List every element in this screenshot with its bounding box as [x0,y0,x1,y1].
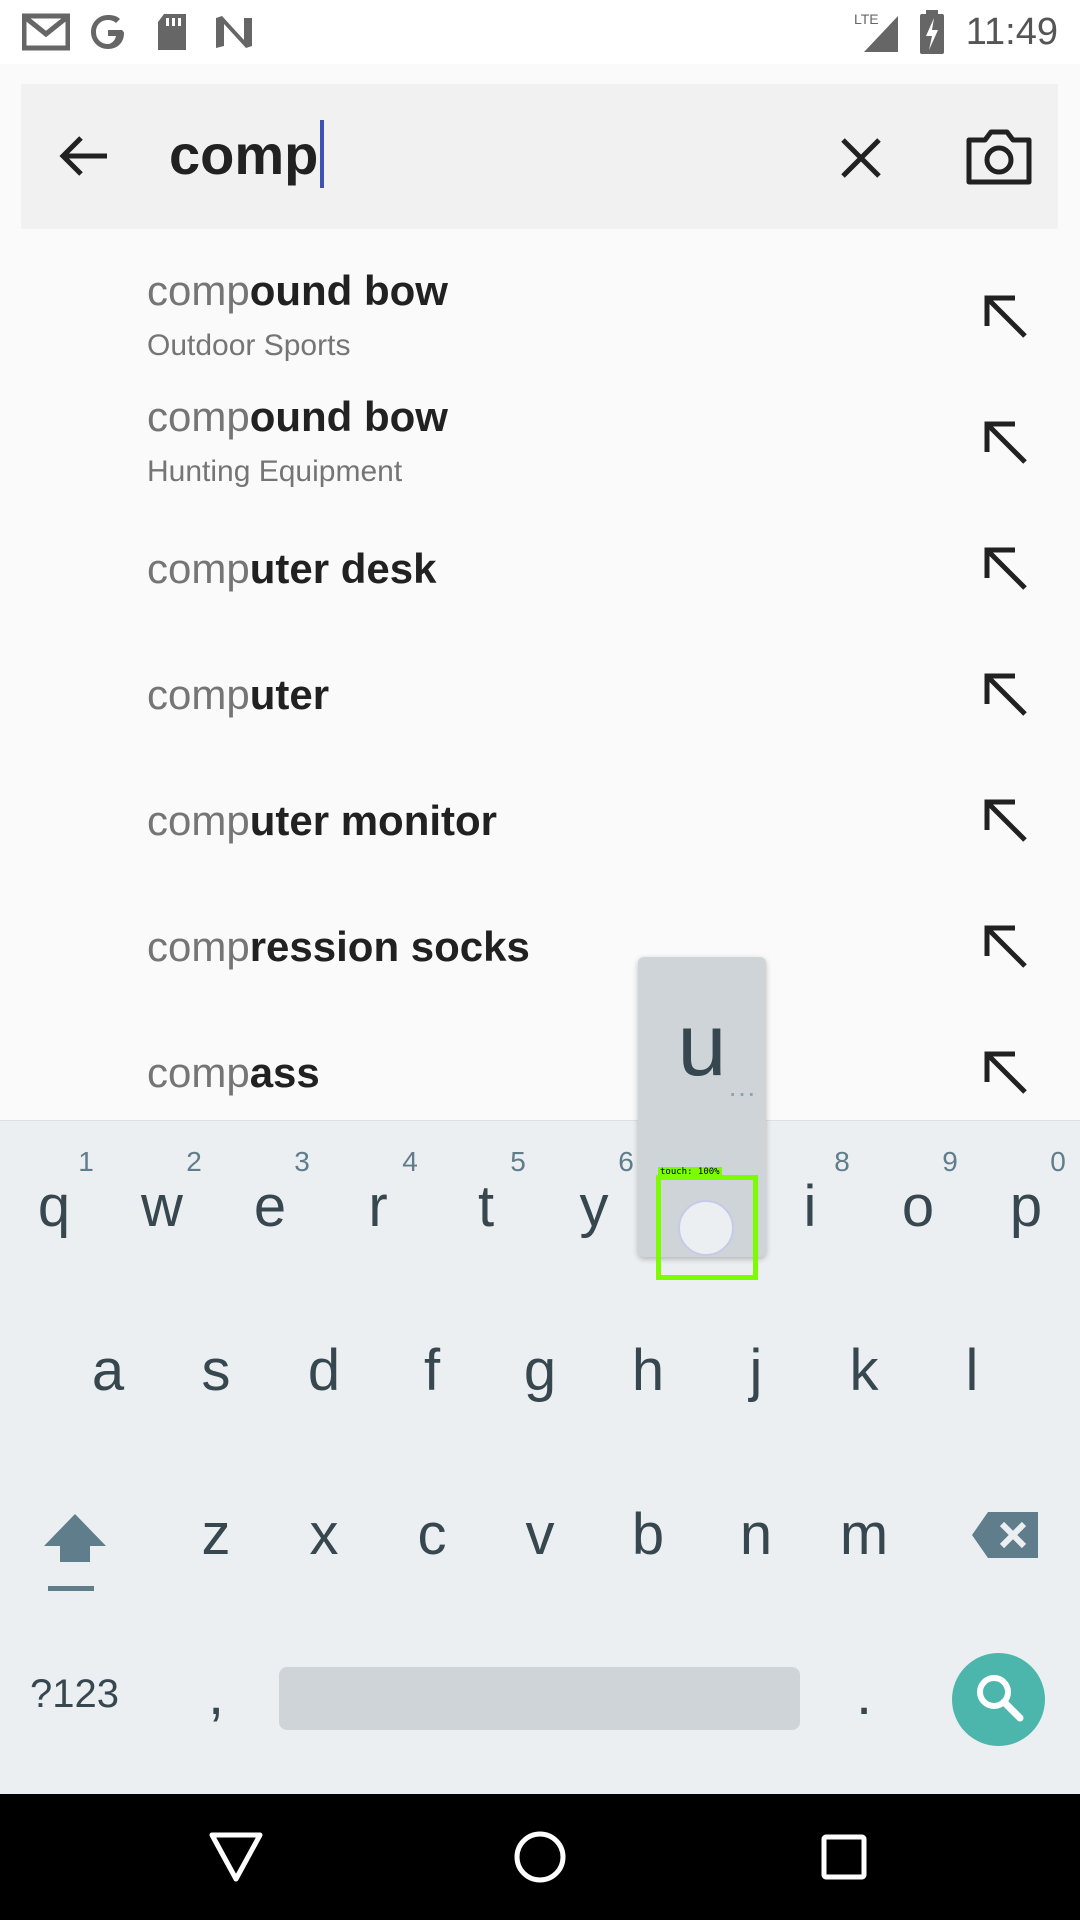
shift-key[interactable] [40,1510,110,1594]
suggestion-text: computer desk [147,545,437,592]
key-x[interactable]: x [270,1500,378,1570]
camera-icon[interactable] [961,120,1037,196]
home-circle-icon[interactable] [510,1827,570,1887]
key-l[interactable]: l [918,1336,1026,1406]
key-j[interactable]: j [702,1336,810,1406]
suggestion-item[interactable]: compass [0,1006,1080,1132]
key-p[interactable]: p [972,1172,1080,1242]
text-cursor [320,120,325,188]
clock: 11:49 [965,11,1058,53]
key-b[interactable]: b [594,1500,702,1570]
search-key[interactable] [952,1653,1045,1746]
back-triangle-icon[interactable] [206,1827,266,1887]
suggestion-item[interactable]: computer desk [0,502,1080,628]
suggestion-item[interactable]: computer [0,628,1080,754]
key-v[interactable]: v [486,1500,594,1570]
suggestion-item[interactable]: compression socks [0,880,1080,1006]
signal-icon: LTE [854,10,904,54]
key-period[interactable]: . [810,1660,918,1730]
key-o[interactable]: o [864,1172,972,1242]
key-comma[interactable]: , [162,1660,270,1730]
fill-query-arrow-icon[interactable] [975,412,1035,472]
key-i[interactable]: i [756,1172,864,1242]
google-icon [88,10,128,54]
suggestion-item[interactable]: compound bow Hunting Equipment [0,376,1080,502]
suggestion-category: Hunting Equipment [147,455,403,488]
key-e[interactable]: e [216,1172,324,1242]
key-s[interactable]: s [162,1336,270,1406]
key-t[interactable]: t [432,1172,540,1242]
suggestion-text: compound bow [147,267,448,314]
key-z[interactable]: z [162,1500,270,1570]
key-w[interactable]: w [108,1172,216,1242]
more-keys-indicator: ··· [728,1077,756,1108]
key-y[interactable]: y [540,1172,648,1242]
fill-query-arrow-icon[interactable] [975,286,1035,346]
key-c[interactable]: c [378,1500,486,1570]
suggestion-category: Outdoor Sports [147,329,351,362]
search-input[interactable]: comp [169,120,325,190]
search-bar: comp [21,84,1058,229]
suggestion-text: compass [147,1049,320,1096]
suggestion-item[interactable]: compound bow Outdoor Sports [0,250,1080,376]
touch-label: touch: 100% [658,1167,722,1178]
touch-highlight-box [656,1175,758,1280]
key-f[interactable]: f [378,1336,486,1406]
key-d[interactable]: d [270,1336,378,1406]
status-bar: LTE 11:49 [0,0,1080,64]
key-r[interactable]: r [324,1172,432,1242]
network-label: LTE [854,11,879,27]
recents-square-icon[interactable] [814,1827,874,1887]
gmail-icon [22,10,70,54]
search-icon [972,1670,1026,1729]
sd-card-icon [154,10,190,54]
backspace-key[interactable] [970,1510,1040,1560]
fill-query-arrow-icon[interactable] [975,538,1035,598]
key-a[interactable]: a [54,1336,162,1406]
suggestion-text: computer [147,671,330,718]
fill-query-arrow-icon[interactable] [975,790,1035,850]
suggestion-text: compression socks [147,923,530,970]
n-icon [212,10,256,54]
clear-icon[interactable] [829,126,893,190]
key-g[interactable]: g [486,1336,594,1406]
fill-query-arrow-icon[interactable] [975,1042,1035,1102]
key-m[interactable]: m [810,1500,918,1570]
suggestion-text: compound bow [147,393,448,440]
key-n[interactable]: n [702,1500,810,1570]
key-h[interactable]: h [594,1336,702,1406]
search-query: comp [169,123,319,186]
battery-charging-icon [918,10,946,54]
fill-query-arrow-icon[interactable] [975,916,1035,976]
suggestion-item[interactable]: computer monitor [0,754,1080,880]
space-bar[interactable] [279,1667,800,1730]
key-k[interactable]: k [810,1336,918,1406]
back-arrow-icon[interactable] [51,126,115,190]
suggestion-text: computer monitor [147,797,498,844]
symbols-key[interactable]: ?123 [30,1672,119,1717]
fill-query-arrow-icon[interactable] [975,664,1035,724]
key-q[interactable]: q [0,1172,108,1242]
navigation-bar [0,1794,1080,1920]
